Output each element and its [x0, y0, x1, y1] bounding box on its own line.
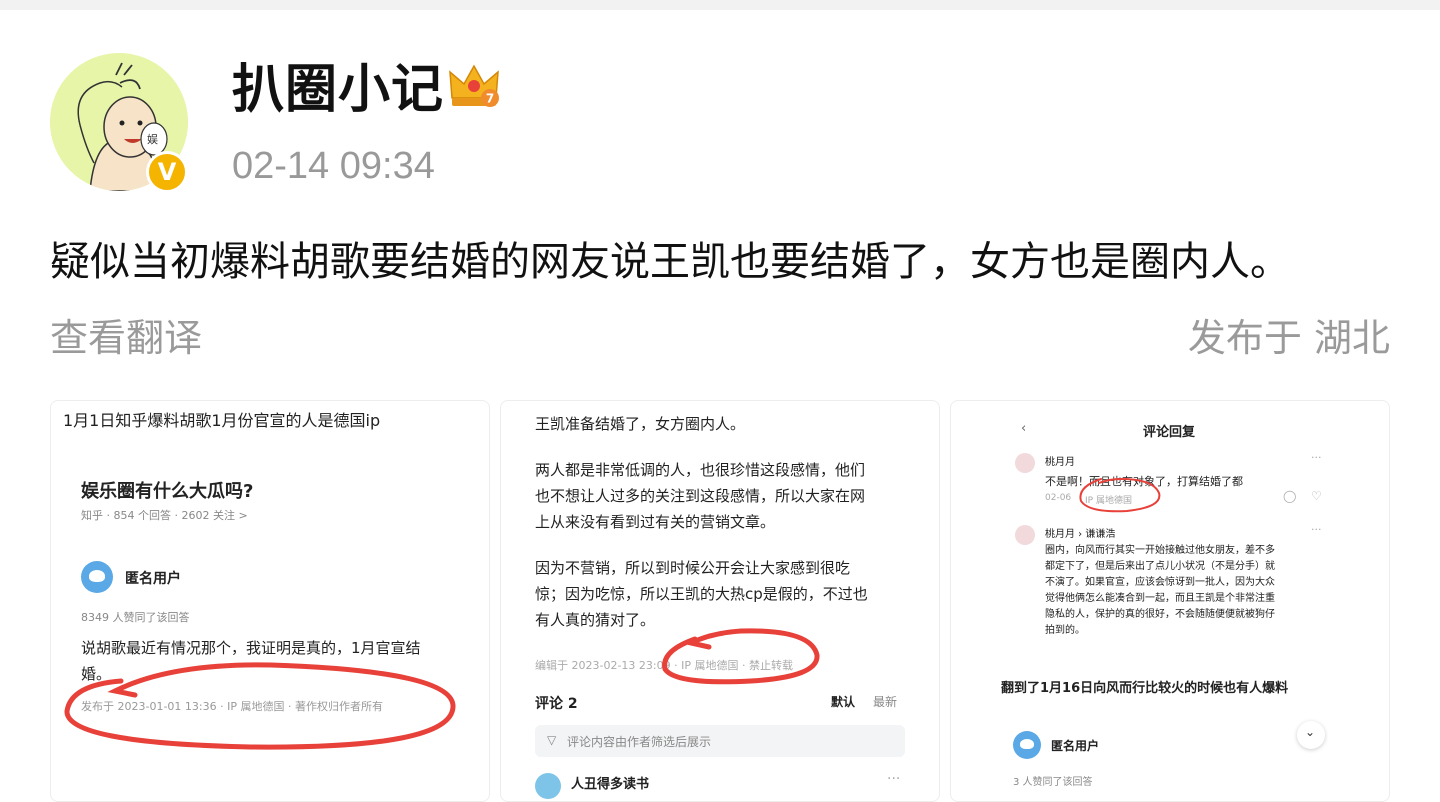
post-timestamp: 02-14 09:34	[232, 145, 435, 187]
like-icon[interactable]: ♡	[1311, 489, 1322, 503]
image1-answer-line2: 婚。	[81, 665, 112, 683]
more-options-icon[interactable]: ···	[1311, 523, 1322, 536]
reply2-line4: 觉得他俩怎么能凑合到一起，而且王凯是个非常注重	[1045, 593, 1275, 604]
image2-edit-info: 编辑于 2023-02-13 23:09 · IP 属地德国 · 禁止转载	[535, 659, 793, 672]
reply1-date: 02-06	[1045, 493, 1072, 503]
reply2-line1: 圈内，向风而行其实一开始接触过他女朋友，差不多	[1045, 545, 1275, 556]
commenter-avatar	[1015, 525, 1035, 545]
image2-para2-line1: 因为不营销，所以到时候公开会让大家感到很吃	[535, 559, 851, 577]
comments-count: 评论 2	[535, 696, 578, 712]
post-body-text: 疑似当初爆料胡歌要结婚的网友说王凯也要结婚了，女方也是圈内人。	[50, 239, 1290, 285]
comment-icon[interactable]: ◯	[1283, 489, 1296, 503]
anonymous-avatar-icon	[81, 561, 113, 593]
reply2-name: 桃月月 › 谦谦浩	[1045, 529, 1116, 540]
filter-note-bar: ▽ 评论内容由作者筛选后展示	[535, 725, 905, 757]
reply2-line3: 不演了。如果官宣，应该会惊讶到一批人，因为大众	[1045, 577, 1275, 588]
image2-para2-line3: 有人真的猜对了。	[535, 611, 656, 629]
image2-line1: 王凯准备结婚了，女方圈内人。	[535, 415, 746, 433]
back-arrow-icon[interactable]: ‹	[1021, 421, 1026, 436]
post-location: 发布于 湖北	[1187, 316, 1390, 360]
reply1-ip: IP 属地德国	[1085, 496, 1132, 506]
reply1-text: 不是啊！而且也有对象了，打算结婚了都	[1045, 475, 1243, 488]
avatar-bubble-text: 娱	[147, 133, 158, 146]
reply1-name: 桃月月	[1045, 457, 1075, 468]
red-circle-annotation	[662, 628, 820, 685]
commenter-avatar	[535, 773, 561, 799]
image1-question-title: 娱乐圈有什么大瓜吗?	[81, 481, 254, 502]
image2-para1-line3: 上从来没有看到过有关的营销文章。	[535, 513, 776, 531]
image1-publish-info: 发布于 2023-01-01 13:36 · IP 属地德国 · 著作权归作者所…	[81, 700, 383, 713]
reply2-line2: 都定下了，但是后来出了点儿小状况（不是分手）就	[1045, 561, 1275, 572]
expand-chevron-icon[interactable]: ⌄	[1297, 721, 1325, 749]
post-image-1[interactable]: 1月1日知乎爆料胡歌1月份官宣的人是德国ip 娱乐圈有什么大瓜吗? 知乎 · 8…	[50, 400, 490, 802]
sort-latest-tab[interactable]: 最新	[873, 693, 897, 710]
post-image-3[interactable]: ‹ 评论回复 桃月月 ··· 不是啊！而且也有对象了，打算结婚了都 02-06 …	[950, 400, 1390, 802]
image3-caption: 翻到了1月16日向风而行比较火的时候也有人爆料	[1001, 681, 1289, 696]
image1-question-meta: 知乎 · 854 个回答 · 2602 关注 >	[81, 509, 248, 522]
image2-para1-line2: 也不想让人过多的关注到这段感情，所以大家在网	[535, 487, 866, 505]
image1-caption: 1月1日知乎爆料胡歌1月份官宣的人是德国ip	[63, 411, 381, 430]
reply2-line5: 隐私的人，保护的真的很好，不会随随便便就被狗仔	[1045, 609, 1275, 620]
filter-note-text: 评论内容由作者筛选后展示	[567, 735, 712, 749]
filter-icon: ▽	[547, 733, 557, 747]
reply2-line6: 拍到的。	[1045, 625, 1085, 636]
image3-likes: 3 人赞同了该回答	[1013, 777, 1093, 788]
translate-link[interactable]: 查看翻译	[50, 310, 202, 366]
image1-answer-line1: 说胡歌最近有情况那个，我证明是真的，1月官宣结	[81, 639, 421, 657]
more-options-icon[interactable]: ···	[1311, 451, 1322, 464]
svg-text:7: 7	[486, 92, 494, 106]
image1-user-name: 匿名用户	[125, 571, 181, 587]
top-bar	[0, 0, 1440, 10]
anonymous-avatar-icon	[1013, 731, 1041, 759]
image1-likes: 8349 人赞同了该回答	[81, 611, 190, 624]
reply-header-title: 评论回复	[1143, 425, 1196, 440]
commenter-name: 人丑得多读书	[571, 777, 650, 792]
more-options-icon[interactable]: ···	[887, 771, 900, 787]
crown-member-icon[interactable]: 7	[446, 58, 502, 114]
author-name[interactable]: 扒圈小记	[232, 58, 444, 122]
commenter-avatar	[1015, 453, 1035, 473]
post-image-2[interactable]: 王凯准备结婚了，女方圈内人。 两人都是非常低调的人，也很珍惜这段感情，他们 也不…	[500, 400, 940, 802]
sort-default-tab[interactable]: 默认	[831, 693, 855, 710]
image3-user-name: 匿名用户	[1051, 739, 1100, 753]
verified-badge-icon: V	[146, 151, 188, 193]
image2-para1-line1: 两人都是非常低调的人，也很珍惜这段感情，他们	[535, 461, 866, 479]
image2-para2-line2: 惊；因为吃惊，所以王凯的大热cp是假的，不过也	[535, 585, 868, 603]
